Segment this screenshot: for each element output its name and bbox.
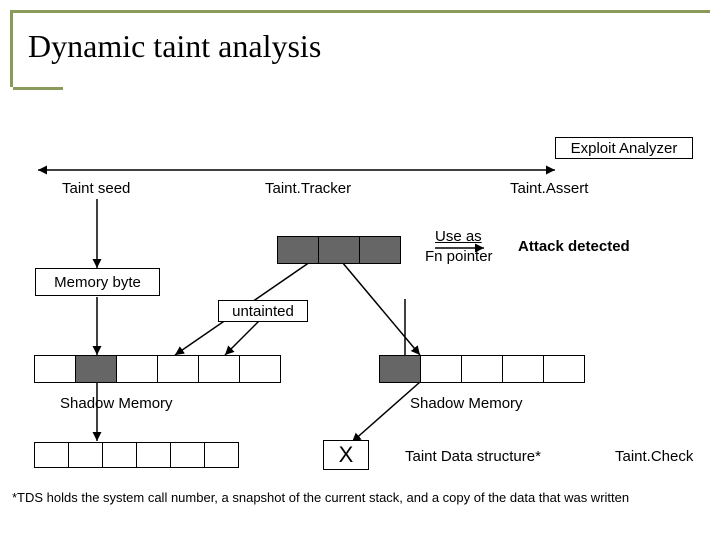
page-title: Dynamic taint analysis <box>28 28 321 65</box>
taint-data-structure-label: Taint Data structure* <box>405 448 541 465</box>
untainted-box: untainted <box>218 300 308 322</box>
shadow-memory-right-cells <box>380 355 585 383</box>
bottom-cells <box>35 442 239 468</box>
taint-tracker-label: Taint.Tracker <box>265 180 351 197</box>
shadow-memory-right-label: Shadow Memory <box>410 395 523 412</box>
tainted-cells-top <box>278 236 401 264</box>
taint-seed-label: Taint seed <box>62 180 130 197</box>
untainted-label: untainted <box>232 303 294 320</box>
taint-check-label: Taint.Check <box>615 448 693 465</box>
fn-pointer-label: Fn pointer <box>425 248 493 265</box>
exploit-analyzer-label: Exploit Analyzer <box>571 140 678 157</box>
memory-byte-label: Memory byte <box>54 274 141 291</box>
shadow-memory-left-cells <box>35 355 281 383</box>
memory-byte-box: Memory byte <box>35 268 160 296</box>
x-box: X <box>323 440 369 470</box>
attack-detected-label: Attack detected <box>518 238 630 255</box>
taint-assert-label: Taint.Assert <box>510 180 588 197</box>
footnote-text: *TDS holds the system call number, a sna… <box>12 490 702 506</box>
x-label: X <box>339 442 354 468</box>
shadow-memory-left-label: Shadow Memory <box>60 395 173 412</box>
exploit-analyzer-box: Exploit Analyzer <box>555 137 693 159</box>
use-as-label: Use as <box>435 228 482 245</box>
